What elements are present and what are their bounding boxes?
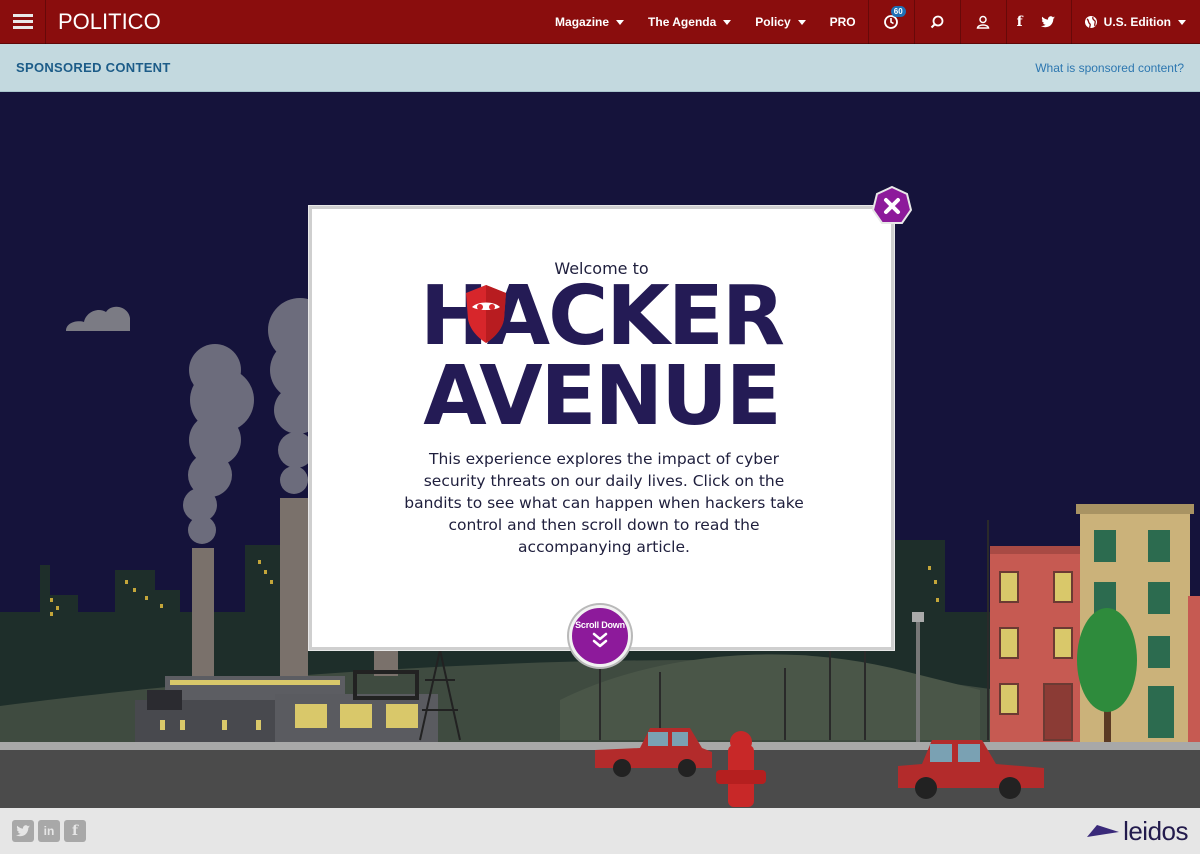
notifications-button[interactable]: 60 [869, 0, 914, 44]
top-navigation-bar: POLITICO Magazine The Agenda Policy PRO … [0, 0, 1200, 44]
globe-icon [1084, 16, 1097, 29]
hamburger-menu-icon[interactable] [0, 0, 46, 44]
nav-policy-label: Policy [755, 15, 791, 29]
nav-pro-label: PRO [829, 15, 856, 29]
chevron-down-icon [797, 19, 806, 25]
user-icon [976, 15, 990, 29]
nav-pro[interactable]: PRO [818, 0, 868, 44]
chevron-down-icon [723, 19, 732, 25]
search-icon [930, 15, 944, 29]
close-icon [871, 185, 913, 224]
scroll-down-button[interactable]: Scroll Down [569, 605, 631, 667]
bandit-shield-icon [466, 285, 506, 343]
facebook-icon: f [1016, 14, 1023, 30]
sponsored-content-label: SPONSORED CONTENT [16, 60, 171, 75]
twitter-icon[interactable] [12, 820, 34, 842]
sidewalk [0, 742, 1200, 750]
nav-agenda-label: The Agenda [648, 15, 717, 29]
footer-bar: in f leidos [0, 808, 1200, 854]
main-nav: Magazine The Agenda Policy PRO 60 f U.S.… [543, 0, 1200, 44]
sponsored-content-bar: SPONSORED CONTENT What is sponsored cont… [0, 44, 1200, 92]
notification-badge: 60 [890, 6, 906, 17]
linkedin-icon[interactable]: in [38, 820, 60, 842]
facebook-link[interactable]: f [1007, 0, 1033, 44]
politico-logo[interactable]: POLITICO [58, 9, 161, 35]
facebook-icon[interactable]: f [64, 820, 86, 842]
welcome-modal: Welcome to HACKER AVENUE This experience… [309, 206, 894, 650]
leidos-mark-icon [1087, 825, 1120, 837]
twitter-link[interactable] [1033, 0, 1063, 44]
edition-selector[interactable]: U.S. Edition [1072, 0, 1200, 44]
scroll-down-label: Scroll Down [575, 620, 625, 630]
edition-label: U.S. Edition [1103, 15, 1171, 29]
what-is-sponsored-link[interactable]: What is sponsored content? [1035, 61, 1184, 75]
nav-magazine-label: Magazine [555, 15, 610, 29]
modal-title-avenue: AVENUE [423, 349, 782, 444]
modal-description: This experience explores the impact of c… [404, 450, 804, 556]
leidos-wordmark: leidos [1123, 815, 1188, 846]
social-share-icons: in f [12, 820, 86, 842]
account-button[interactable] [961, 0, 1006, 44]
leidos-logo[interactable]: leidos [1087, 816, 1188, 847]
close-modal-button[interactable] [871, 185, 913, 226]
chevron-down-icon [1178, 19, 1186, 25]
cloud [66, 306, 130, 331]
modal-title-hacker: HACKER [420, 269, 785, 364]
nav-magazine[interactable]: Magazine [543, 0, 636, 44]
nav-policy[interactable]: Policy [743, 0, 817, 44]
twitter-icon [1040, 16, 1055, 28]
double-chevron-down-icon [592, 632, 608, 648]
chevron-down-icon [616, 19, 625, 25]
nav-the-agenda[interactable]: The Agenda [636, 0, 743, 44]
search-button[interactable] [915, 0, 960, 44]
